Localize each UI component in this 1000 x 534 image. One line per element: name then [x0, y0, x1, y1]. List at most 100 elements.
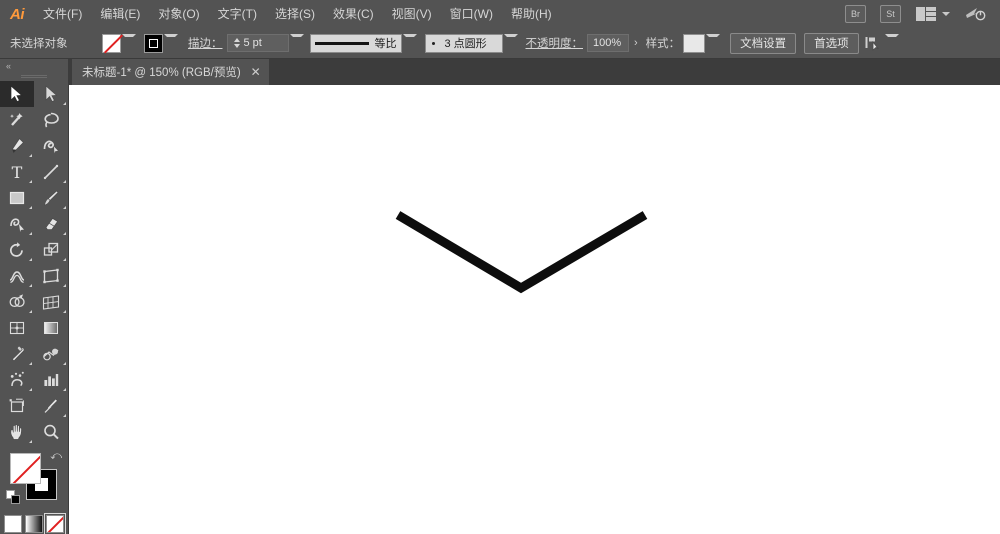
symbol-sprayer-tool[interactable]: [0, 367, 34, 393]
eyedropper-tool[interactable]: [0, 341, 34, 367]
opacity-value: 100%: [593, 37, 622, 49]
tool-group-indicator-icon: [29, 206, 32, 209]
brush-definition-chevron-down-icon[interactable]: [503, 34, 518, 53]
tools-panel-drag-handle[interactable]: [0, 72, 68, 81]
stroke-chevron-down-icon[interactable]: [164, 34, 178, 53]
menu-file[interactable]: 文件(F): [34, 0, 91, 28]
stroke-profile-preview-icon: [314, 41, 369, 45]
artboard-canvas[interactable]: [69, 85, 1000, 534]
stroke-weight-field[interactable]: 5 pt: [226, 34, 289, 52]
opacity-field[interactable]: 100%: [587, 34, 629, 52]
stock-button[interactable]: St: [880, 5, 901, 23]
menu-select[interactable]: 选择(S): [266, 0, 324, 28]
curvature-tool[interactable]: [34, 133, 68, 159]
stroke-color-control[interactable]: [144, 33, 178, 53]
scale-tool[interactable]: [34, 237, 68, 263]
document-tab-bar: 未标题-1* @ 150% (RGB/预览) ✕: [0, 59, 1000, 85]
tool-group-indicator-icon: [63, 362, 66, 365]
paint-mode-gradient[interactable]: [25, 515, 43, 533]
artwork-layer: [395, 211, 648, 294]
stroke-weight-label[interactable]: 描边：: [188, 35, 223, 51]
zoom-tool[interactable]: [34, 419, 68, 445]
document-tab[interactable]: 未标题-1* @ 150% (RGB/预览) ✕: [72, 59, 269, 85]
stroke-swatch[interactable]: [144, 33, 163, 53]
rectangle-tool[interactable]: [0, 185, 34, 211]
column-graph-tool[interactable]: [34, 367, 68, 393]
line-segment-tool[interactable]: [34, 159, 68, 185]
fill-stroke-control: ⤺: [0, 449, 68, 511]
workspace-layout-icon[interactable]: [916, 7, 936, 21]
chevron-path[interactable]: [395, 211, 648, 294]
menu-object[interactable]: 对象(O): [149, 0, 208, 28]
tool-group-indicator-icon: [63, 258, 66, 261]
style-label: 样式：: [645, 38, 681, 50]
rotate-tool[interactable]: [0, 237, 34, 263]
search-help-icon[interactable]: [964, 6, 986, 22]
fill-swatch[interactable]: [102, 33, 121, 53]
menu-help[interactable]: 帮助(H): [502, 0, 561, 28]
stroke-profile-chevron-down-icon[interactable]: [402, 34, 417, 53]
paintbrush-tool[interactable]: [34, 185, 68, 211]
tool-group-indicator-icon: [63, 388, 66, 391]
tool-group-indicator-icon: [29, 232, 32, 235]
gradient-tool[interactable]: [34, 315, 68, 341]
direct-selection-tool[interactable]: [34, 81, 68, 107]
align-chevron-down-icon[interactable]: [884, 34, 899, 53]
eraser-tool[interactable]: [34, 211, 68, 237]
document-setup-button[interactable]: 文档设置: [730, 32, 797, 54]
menu-window[interactable]: 窗口(W): [441, 0, 502, 28]
workspace-chevron-down-icon[interactable]: [942, 12, 950, 16]
shape-builder-tool[interactable]: [0, 289, 34, 315]
stroke-profile-combo[interactable]: 等比: [309, 33, 402, 53]
menu-type[interactable]: 文字(T): [209, 0, 266, 28]
graphic-style-swatch[interactable]: [683, 33, 706, 53]
tool-group-indicator-icon: [29, 154, 32, 157]
bridge-button[interactable]: Br: [845, 5, 866, 23]
stroke-weight-stepper[interactable]: [232, 34, 242, 52]
pen-tool[interactable]: [0, 133, 34, 159]
tool-group-indicator-icon: [63, 180, 66, 183]
control-options-bar: 未选择对象 描边： 5 pt 等比 3 点圆形 不透明度： 100% › 样式：…: [0, 28, 1000, 59]
close-icon[interactable]: ✕: [251, 66, 261, 78]
menu-bar: Ai 文件(F) 编辑(E) 对象(O) 文字(T) 选择(S) 效果(C) 视…: [0, 0, 1000, 29]
tool-group-indicator-icon: [63, 284, 66, 287]
preferences-button[interactable]: 首选项: [804, 32, 859, 54]
tool-group-indicator-icon: [29, 310, 32, 313]
lasso-tool[interactable]: [34, 107, 68, 133]
fill-color-control[interactable]: [102, 33, 136, 53]
perspective-grid-tool[interactable]: [34, 289, 68, 315]
stroke-profile-value: 等比: [374, 38, 397, 50]
magic-wand-tool[interactable]: [0, 107, 34, 133]
menu-edit[interactable]: 编辑(E): [91, 0, 149, 28]
toolbar-fill-swatch[interactable]: [10, 453, 41, 484]
tool-group-indicator-icon: [29, 388, 32, 391]
graphic-style-control[interactable]: [683, 33, 721, 53]
blend-tool[interactable]: [34, 341, 68, 367]
default-fill-stroke-icon[interactable]: [6, 490, 20, 504]
graphic-style-chevron-down-icon[interactable]: [706, 34, 721, 53]
tool-group-indicator-icon: [29, 284, 32, 287]
type-tool[interactable]: T: [0, 159, 34, 185]
tools-grid: T: [0, 81, 68, 445]
shaper-tool[interactable]: [0, 211, 34, 237]
mesh-tool[interactable]: [0, 315, 34, 341]
hand-tool[interactable]: [0, 419, 34, 445]
stroke-weight-chevron-down-icon[interactable]: [289, 34, 304, 53]
selection-status-label: 未选择对象: [10, 38, 68, 50]
width-tool[interactable]: [0, 263, 34, 289]
artboard-tool[interactable]: [0, 393, 34, 419]
fill-chevron-down-icon[interactable]: [122, 34, 136, 53]
tools-panel-collapse-icon[interactable]: «: [0, 59, 68, 72]
opacity-label[interactable]: 不透明度：: [526, 35, 584, 51]
align-objects-icon[interactable]: [865, 36, 882, 51]
opacity-more-arrow-icon[interactable]: ›: [634, 37, 638, 49]
menu-effect[interactable]: 效果(C): [324, 0, 383, 28]
swap-fill-stroke-icon[interactable]: ⤺: [50, 450, 62, 463]
brush-definition-combo[interactable]: 3 点圆形: [424, 33, 503, 53]
slice-tool[interactable]: [34, 393, 68, 419]
paint-mode-color[interactable]: [4, 515, 22, 533]
free-transform-tool[interactable]: [34, 263, 68, 289]
selection-tool[interactable]: [0, 81, 34, 107]
paint-mode-none[interactable]: [44, 513, 66, 534]
menu-view[interactable]: 视图(V): [383, 0, 441, 28]
